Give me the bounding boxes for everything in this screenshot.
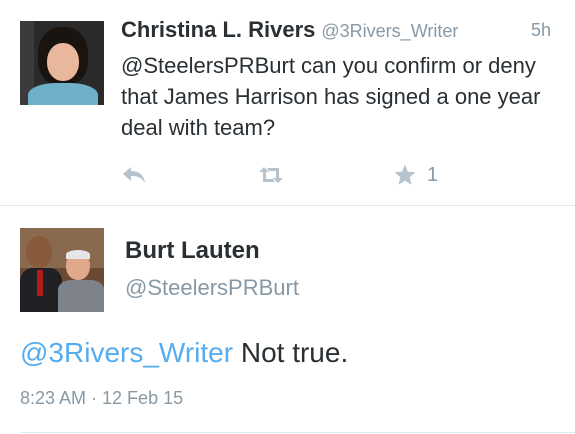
original-tweet[interactable]: Christina L. Rivers @3Rivers_Writer 5h @S… bbox=[0, 0, 575, 205]
author-name[interactable]: Christina L. Rivers bbox=[121, 17, 315, 42]
avatar-second-person-suit bbox=[58, 280, 104, 312]
avatar-face bbox=[47, 43, 79, 81]
reply-tweet-text: @3Rivers_Writer Not true. bbox=[20, 337, 348, 369]
reply-timestamp[interactable]: 8:23 AM · 12 Feb 15 bbox=[20, 388, 183, 409]
reply-body-text: Not true. bbox=[233, 337, 349, 368]
author-handle[interactable]: @3Rivers_Writer bbox=[321, 21, 458, 41]
avatar-second-person-hair bbox=[66, 250, 90, 259]
reply-author-handle[interactable]: @SteelersPRBurt bbox=[125, 275, 299, 301]
tweet-timestamp[interactable]: 5h bbox=[531, 20, 551, 41]
retweet-icon bbox=[259, 167, 283, 183]
favorite-icon bbox=[394, 164, 416, 185]
tweet-text: @SteelersPRBurt can you confirm or deny … bbox=[121, 53, 541, 140]
mention-link[interactable]: @3Rivers_Writer bbox=[20, 337, 233, 368]
tweet-divider bbox=[0, 205, 575, 206]
avatar-shirt bbox=[28, 83, 98, 105]
favorite-button[interactable]: 1 bbox=[393, 160, 438, 190]
avatar-burt[interactable] bbox=[20, 228, 104, 312]
reply-button[interactable] bbox=[121, 160, 147, 190]
tweet-actions: 1 bbox=[121, 160, 451, 190]
reply-icon bbox=[123, 167, 145, 183]
tweet-header: Christina L. Rivers @3Rivers_Writer bbox=[121, 17, 458, 43]
favorite-count: 1 bbox=[427, 163, 439, 186]
avatar-christina[interactable] bbox=[20, 21, 104, 105]
avatar-person-tie bbox=[37, 270, 43, 296]
retweet-button[interactable] bbox=[256, 160, 286, 190]
bottom-divider bbox=[20, 432, 575, 433]
avatar-person-head bbox=[26, 236, 52, 268]
reply-author-name[interactable]: Burt Lauten bbox=[125, 237, 260, 265]
